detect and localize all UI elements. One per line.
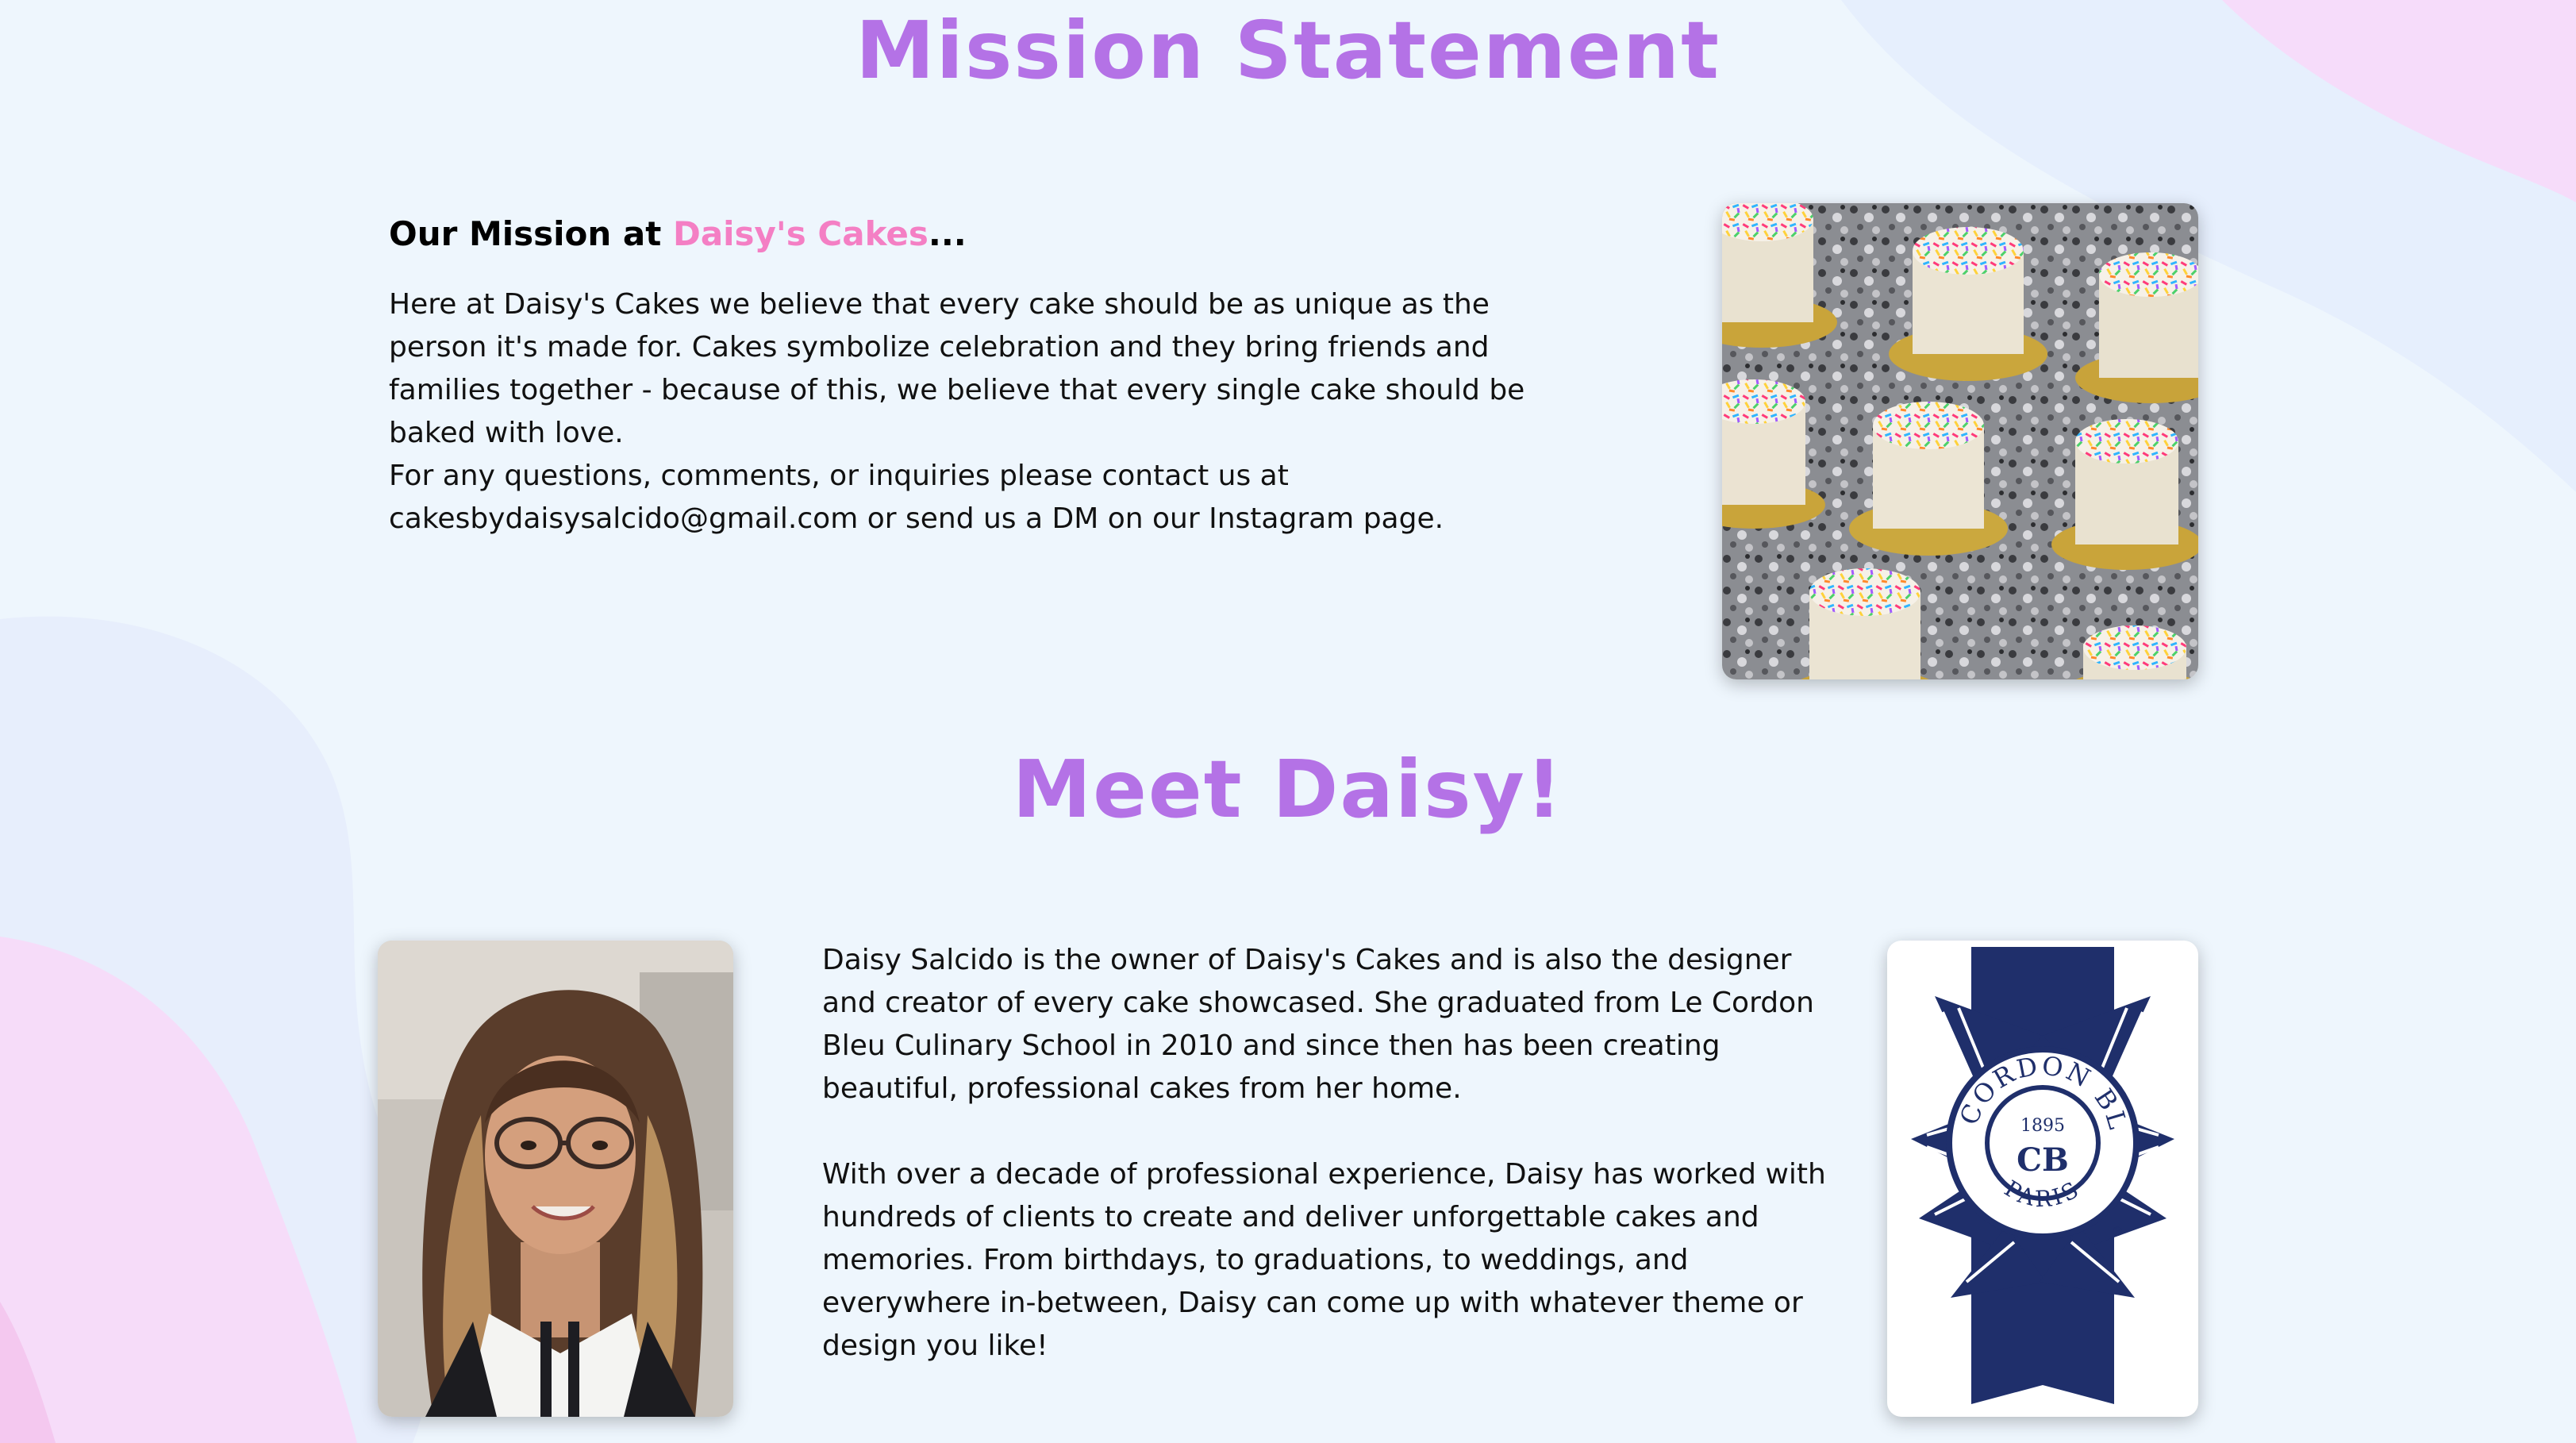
mission-heading: Our Mission at Daisy's Cakes... <box>389 214 967 254</box>
le-cordon-bleu-logo: LE CORDON BLEU PARIS 1895 CB ® <box>1887 941 2198 1417</box>
cake-photo <box>1722 203 2198 679</box>
cake-photo-icon <box>1722 203 2198 679</box>
portrait-icon <box>378 941 733 1417</box>
daisy-portrait <box>378 941 733 1417</box>
mission-contact-paragraph: For any questions, comments, or inquirie… <box>389 460 1444 535</box>
mission-paragraph-1: Here at Daisy's Cakes we believe that ev… <box>389 288 1525 449</box>
meet-daisy-paragraph-1: Daisy Salcido is the owner of Daisy's Ca… <box>822 944 1814 1105</box>
meet-daisy-paragraph-2: With over a decade of professional exper… <box>822 1158 1826 1362</box>
mission-statement-title: Mission Statement <box>855 4 1721 97</box>
logo-year: 1895 <box>2020 1116 2065 1136</box>
brand-name: Daisy's Cakes <box>672 214 929 253</box>
meet-daisy-title: Meet Daisy! <box>1012 743 1564 836</box>
le-cordon-bleu-logo-icon: LE CORDON BLEU PARIS 1895 CB ® <box>1887 941 2174 1404</box>
mission-heading-prefix: Our Mission at <box>389 214 673 253</box>
logo-monogram: CB <box>2017 1141 2069 1179</box>
mission-heading-suffix: ... <box>928 214 967 253</box>
logo-registered-mark: ® <box>2111 1224 2124 1239</box>
page-content: Mission Statement Our Mission at Daisy's… <box>0 0 2576 1443</box>
